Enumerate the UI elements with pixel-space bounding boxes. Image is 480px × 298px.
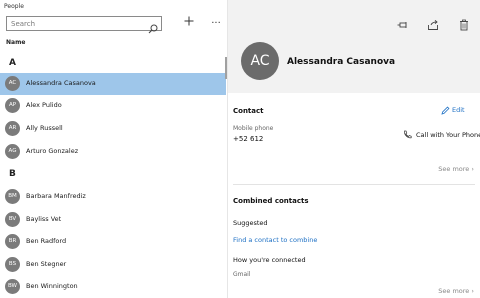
suggested-label: Suggested [233, 219, 268, 227]
edit-button[interactable]: Edit [441, 106, 465, 115]
more-options-button[interactable]: ... [209, 15, 223, 29]
phone-number[interactable]: +52 612 [233, 135, 263, 143]
contact-row-alessandra-casanova[interactable]: AC Alessandra Casanova [0, 73, 226, 95]
see-more-link[interactable]: See more › [438, 287, 474, 295]
chevron-right-icon: › [471, 165, 474, 173]
contact-name: Bayliss Vet [26, 215, 62, 223]
contact-name: Ben Radford [26, 237, 67, 245]
contact-row-ben-radford[interactable]: BR Ben Radford [0, 231, 226, 253]
avatar: BS [5, 257, 20, 272]
contact-name: Alex Pulido [26, 101, 62, 109]
chevron-right-icon: › [471, 287, 474, 295]
avatar: BV [5, 212, 20, 227]
avatar: AC [5, 76, 20, 91]
contact-avatar: AC [241, 42, 279, 80]
see-more-label: See more [438, 287, 470, 295]
contact-name: Ben Winnington [26, 282, 78, 290]
edit-label: Edit [452, 106, 465, 114]
pin-icon[interactable] [397, 16, 409, 28]
edit-icon [441, 106, 450, 115]
phone-icon [404, 130, 412, 139]
contact-detail-pane: AC Alessandra Casanova Contact Edit Mobi… [228, 0, 480, 298]
avatar: BM [5, 189, 20, 204]
people-app: People ... Name A AC Alessandra Casanova [0, 0, 480, 298]
section-letter-b[interactable]: B [9, 169, 16, 179]
search-box[interactable] [6, 16, 162, 34]
contact-name: Arturo Gonzalez [26, 147, 79, 155]
search-input[interactable] [11, 19, 141, 29]
contact-name: Ally Russell [26, 124, 63, 132]
add-contact-button[interactable] [183, 15, 195, 29]
contact-row-bayliss-vet[interactable]: BV Bayliss Vet [0, 209, 226, 231]
list-scrollbar[interactable] [225, 57, 227, 79]
contact-row-ally-russell[interactable]: AR Ally Russell [0, 118, 226, 140]
column-header-name: Name [6, 39, 26, 46]
see-more-link[interactable]: See more › [438, 165, 474, 173]
section-divider [233, 184, 475, 185]
avatar: AR [5, 121, 20, 136]
call-label: Call with Your Phone [416, 131, 480, 139]
contact-list: A AC Alessandra Casanova AP Alex Pulido … [0, 50, 228, 298]
avatar: BR [5, 234, 20, 249]
how-connected-label: How you're connected [233, 256, 306, 264]
contact-full-name: Alessandra Casanova [287, 57, 396, 67]
section-letter-a[interactable]: A [9, 58, 16, 68]
contacts-pane: People ... Name A AC Alessandra Casanova [0, 0, 228, 298]
search-icon[interactable] [148, 19, 158, 34]
contact-name: Ben Stegner [26, 260, 67, 268]
contact-header: AC Alessandra Casanova [228, 0, 480, 93]
find-contact-to-combine-link[interactable]: Find a contact to combine [233, 236, 317, 244]
avatar: AP [5, 98, 20, 113]
contact-row-alex-pulido[interactable]: AP Alex Pulido [0, 95, 226, 117]
share-icon[interactable] [427, 16, 439, 30]
add-icon [184, 16, 194, 26]
call-with-phone-button[interactable]: Call with Your Phone [404, 130, 480, 139]
avatar: AG [5, 144, 20, 159]
contact-name: Alessandra Casanova [26, 79, 96, 87]
contact-section-title: Contact [233, 107, 264, 115]
delete-icon[interactable] [458, 16, 470, 31]
contact-row-arturo-gonzalez[interactable]: AG Arturo Gonzalez [0, 141, 226, 163]
phone-type-label: Mobile phone [233, 125, 274, 132]
contact-row-ben-stegner[interactable]: BS Ben Stegner [0, 254, 226, 276]
avatar: BW [5, 279, 20, 294]
source-label: Gmail [233, 271, 251, 278]
contact-row-barbara-manfrediz[interactable]: BM Barbara Manfrediz [0, 186, 226, 208]
contact-row-ben-winnington[interactable]: BW Ben Winnington [0, 276, 226, 298]
contact-name: Barbara Manfrediz [26, 192, 86, 200]
see-more-label: See more [438, 165, 470, 173]
combined-contacts-title: Combined contacts [233, 197, 309, 205]
window-title: People [4, 3, 24, 10]
